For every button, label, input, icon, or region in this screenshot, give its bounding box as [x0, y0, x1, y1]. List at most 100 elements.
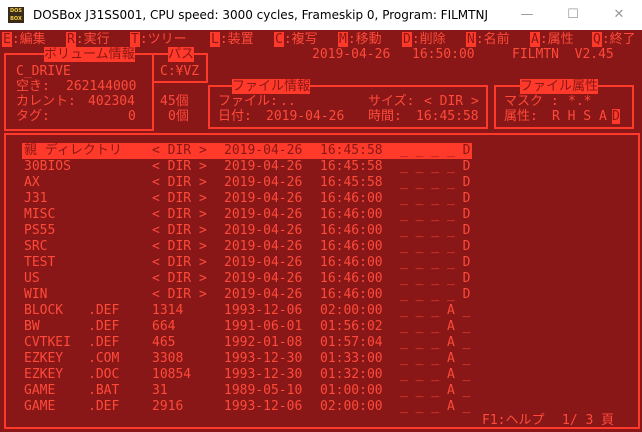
- attribute-label: 属性:: [504, 109, 538, 124]
- file-name: GAME: [24, 383, 56, 398]
- window-title: DOSBox J31SS001, CPU speed: 3000 cycles,…: [33, 8, 489, 22]
- file-row[interactable]: EZKEY .COM 3308 1993-12-30 01:33:00 _ _ _ A _: [22, 351, 472, 367]
- file-date: 1991-06-01: [224, 319, 303, 334]
- file-size: < DIR >: [152, 271, 207, 286]
- app-version: FILMTN V2.45: [512, 47, 614, 62]
- file-row[interactable]: PS55 < DIR > 2019-04-26 16:46:00 _ _ _ _ D: [22, 223, 472, 239]
- file-name: SRC: [24, 239, 48, 254]
- current-bytes: 402304: [88, 94, 135, 109]
- close-button[interactable]: ✕: [596, 0, 642, 30]
- file-time: 16:46:00: [320, 223, 383, 238]
- file-name: WIN: [24, 287, 48, 302]
- file-time: 16:46:00: [320, 255, 383, 270]
- size-value: < DIR >: [424, 94, 479, 109]
- menu-item-delete[interactable]: D:削除: [402, 32, 446, 47]
- file-row[interactable]: GAME .BAT 31 1989-05-10 01:00:00 _ _ _ A _: [22, 383, 472, 399]
- file-time: 01:56:02: [320, 319, 383, 334]
- file-attributes: _ _ _ _ D: [400, 255, 471, 270]
- file-time: 01:32:00: [320, 367, 383, 382]
- file-attributes: _ _ _ A _: [400, 399, 471, 414]
- file-row[interactable]: TEST < DIR > 2019-04-26 16:46:00 _ _ _ _ D: [22, 255, 472, 271]
- file-attributes: _ _ _ _ D: [400, 287, 471, 302]
- file-row[interactable]: WIN < DIR > 2019-04-26 16:46:00 _ _ _ _ D: [22, 287, 472, 303]
- file-name: 30BIOS: [24, 159, 71, 174]
- file-row[interactable]: MISC < DIR > 2019-04-26 16:46:00 _ _ _ _ D: [22, 207, 472, 223]
- menu-item-tree[interactable]: T:ツリー: [130, 32, 187, 47]
- file-time: 01:00:00: [320, 383, 383, 398]
- minimize-button[interactable]: —: [504, 0, 550, 30]
- file-row[interactable]: GAME .DEF 2916 1993-12-06 02:00:00 _ _ _ A _: [22, 399, 472, 415]
- free-value: 262144000: [66, 79, 137, 94]
- file-row[interactable]: US < DIR > 2019-04-26 16:46:00 _ _ _ _ D: [22, 271, 472, 287]
- file-date: 2019-04-26: [224, 255, 303, 270]
- file-date: 2019-04-26: [224, 159, 303, 174]
- dosbox-window: DOS BOX DOSBox J31SS001, CPU speed: 3000…: [0, 0, 642, 432]
- file-date: 2019-04-26: [224, 287, 303, 302]
- menu-item-quit[interactable]: Q:終了: [592, 32, 636, 47]
- command-menu: E:編集 R:実行 T:ツリー L:装置 C:複写 M:移動 D:削除 N:名前…: [0, 32, 642, 47]
- file-extension: .DOC: [88, 367, 120, 382]
- file-name: BLOCK: [24, 303, 64, 318]
- file-time: 02:00:00: [320, 303, 383, 318]
- current-count: 45個: [160, 94, 189, 109]
- file-row[interactable]: J31 < DIR > 2019-04-26 16:46:00 _ _ _ _ D: [22, 191, 472, 207]
- path-value[interactable]: C:¥VZ: [160, 64, 199, 79]
- file-time: 16:46:00: [320, 239, 383, 254]
- file-size: < DIR >: [152, 223, 207, 238]
- title-bar[interactable]: DOS BOX DOSBox J31SS001, CPU speed: 3000…: [0, 0, 642, 30]
- file-time: 16:45:58: [320, 175, 383, 190]
- file-date: 1993-12-30: [224, 367, 303, 382]
- file-size: < DIR >: [152, 159, 207, 174]
- file-extension: .DEF: [88, 399, 120, 414]
- file-attributes: _ _ _ _ D: [400, 159, 471, 174]
- file-size: 465: [152, 335, 176, 350]
- menu-item-move[interactable]: M:移動: [338, 32, 382, 47]
- file-attributes: _ _ _ _ D: [400, 271, 471, 286]
- file-name: J31: [24, 191, 48, 206]
- file-value: ..: [280, 94, 296, 109]
- file-name: GAME: [24, 399, 56, 414]
- file-size: < DIR >: [152, 175, 207, 190]
- menu-item-attribute[interactable]: A:属性: [530, 32, 574, 47]
- dosbox-app-icon: DOS BOX: [8, 7, 24, 23]
- file-row[interactable]: AX < DIR > 2019-04-26 16:45:58 _ _ _ _ D: [22, 175, 472, 191]
- file-size: 2916: [152, 399, 184, 414]
- date-label: 日付:: [218, 109, 252, 124]
- menu-item-edit[interactable]: E:編集: [2, 32, 46, 47]
- time-value: 16:45:58: [416, 109, 479, 124]
- menu-item-copy[interactable]: C:複写: [274, 32, 318, 47]
- file-attributes: _ _ _ A _: [400, 351, 471, 366]
- file-row[interactable]: BW .DEF 664 1991-06-01 01:56:02 _ _ _ A _: [22, 319, 472, 335]
- file-time: 16:46:00: [320, 191, 383, 206]
- menu-item-run[interactable]: R:実行: [66, 32, 110, 47]
- file-name: PS55: [24, 223, 56, 238]
- file-time: 16:45:58: [320, 143, 383, 158]
- menu-item-rename[interactable]: N:名前: [466, 32, 510, 47]
- system-date: 2019-04-26: [312, 47, 391, 62]
- menu-item-device[interactable]: L:装置: [210, 32, 254, 47]
- file-name: TEST: [24, 255, 56, 270]
- file-name: AX: [24, 175, 40, 190]
- file-attributes: _ _ _ A _: [400, 319, 471, 334]
- file-size: 3308: [152, 351, 184, 366]
- file-date: 1992-01-08: [224, 335, 303, 350]
- file-date: 2019-04-26: [224, 175, 303, 190]
- file-time: 01:33:00: [320, 351, 383, 366]
- file-size: < DIR >: [152, 255, 207, 270]
- file-info-title: ファイル情報: [232, 79, 311, 94]
- file-row[interactable]: CVTKEI .DEF 465 1992-01-08 01:57:04 _ _ _ A _: [22, 335, 472, 351]
- file-row-selected[interactable]: 親 ディレクトリ < DIR > 2019-04-26 16:45:58 _ _ _ _…: [22, 143, 472, 159]
- file-row[interactable]: SRC < DIR > 2019-04-26 16:46:00 _ _ _ _ D: [22, 239, 472, 255]
- tag-label: タグ:: [16, 109, 50, 124]
- file-attributes: _ _ _ A _: [400, 383, 471, 398]
- path-title: パス: [168, 47, 195, 62]
- file-row[interactable]: 30BIOS < DIR > 2019-04-26 16:45:58 _ _ _ _ D: [22, 159, 472, 175]
- maximize-button[interactable]: ☐: [550, 0, 596, 30]
- file-name: 親 ディレクトリ: [24, 143, 122, 158]
- mask-value[interactable]: *.*: [568, 94, 591, 109]
- file-date: 2019-04-26: [224, 239, 303, 254]
- file-row[interactable]: BLOCK .DEF 1314 1993-12-06 02:00:00 _ _ _ A _: [22, 303, 472, 319]
- file-row[interactable]: EZKEY .DOC 10854 1993-12-30 01:32:00 _ _ _ A …: [22, 367, 472, 383]
- file-size: 664: [152, 319, 176, 334]
- file-size: < DIR >: [152, 143, 207, 158]
